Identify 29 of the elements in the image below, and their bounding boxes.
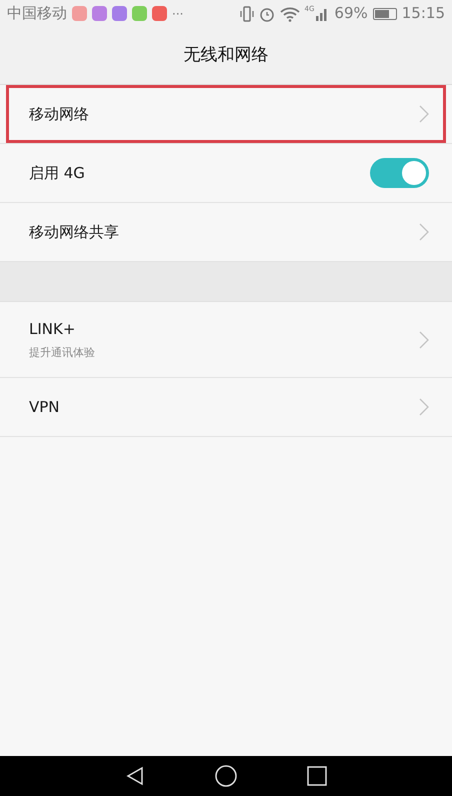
signal-icon [315,6,330,21]
battery-percent: 69% [334,3,368,24]
home-icon[interactable] [215,765,237,787]
settings-row[interactable]: LINK+ 提升通讯体验 [6,302,446,377]
toggle-switch[interactable] [370,158,429,188]
settings-row[interactable]: 移动网络 [6,85,446,143]
chevron-right-icon [419,398,429,416]
row-label: 启用 4G [29,162,85,184]
more-notifications: ··· [172,6,184,22]
settings-row[interactable]: 移动网络共享 [6,203,446,261]
clock-time: 15:15 [402,3,445,24]
vibrate-icon [240,6,254,22]
settings-row[interactable]: 启用 4G [6,144,446,202]
carrier-name: 中国移动 [7,3,67,24]
row-subtitle: 提升通讯体验 [29,344,95,360]
wifi-icon [280,6,300,22]
page-title: 无线和网络 [184,44,268,67]
row-label: 移动网络 [29,104,89,125]
back-icon[interactable] [125,766,145,786]
settings-row[interactable]: VPN [6,378,446,436]
row-label: VPN [29,396,60,418]
chevron-right-icon [419,105,429,123]
chevron-right-icon [419,330,429,348]
battery-icon [372,8,397,20]
row-label: LINK+ [29,319,76,340]
row-label: 移动网络共享 [29,222,119,243]
chevron-right-icon [419,223,429,241]
recents-icon[interactable] [307,766,327,786]
alarm-icon [258,6,275,22]
